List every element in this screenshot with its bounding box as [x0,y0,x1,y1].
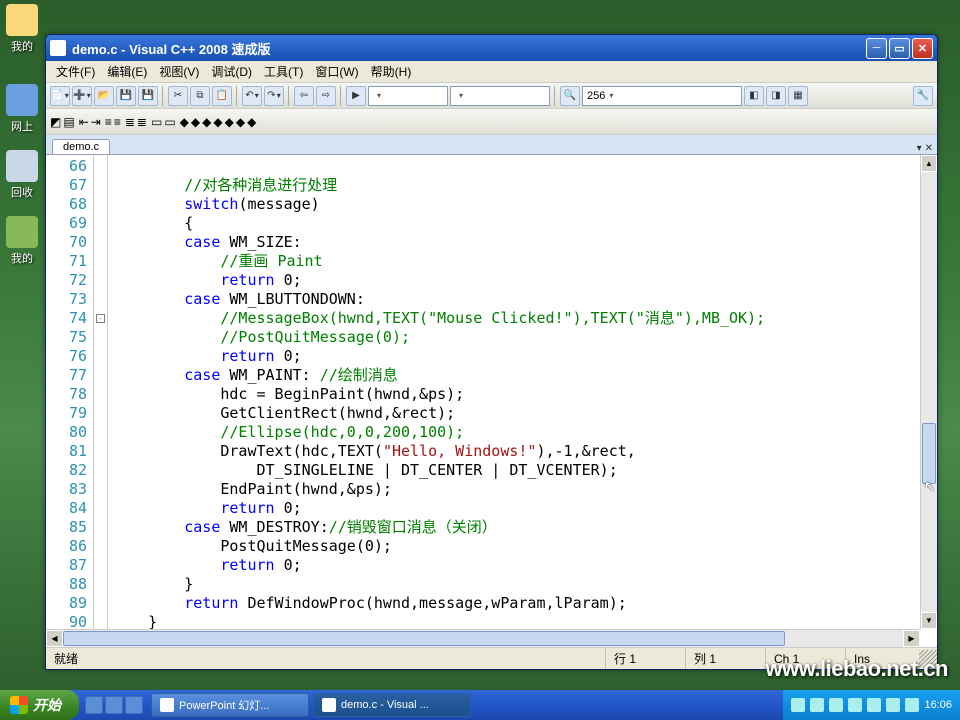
paste-button[interactable]: 📋 [212,86,232,106]
horizontal-scrollbar[interactable]: ◀ ▶ [46,629,920,647]
tab-dropdown-icon[interactable]: ▾ [917,143,922,154]
member-button[interactable]: ▤ [63,115,74,129]
clock: 16:06 [924,699,952,711]
code-area[interactable]: //对各种消息进行处理 switch(message) { case WM_SI… [108,155,937,647]
scroll-left-icon[interactable]: ◀ [46,630,63,647]
new-project-button[interactable]: 📄 [50,86,70,106]
add-item-button[interactable]: ➕ [72,86,92,106]
ql-desktop-icon[interactable] [105,696,123,714]
hscroll-thumb[interactable] [63,631,785,646]
step5-button[interactable]: ◆ [225,115,234,129]
ext1-button[interactable]: ◧ [744,86,764,106]
system-tray[interactable]: 16:06 [783,690,960,720]
bookmark-button[interactable]: ▭ [151,115,162,129]
tab-demo-c[interactable]: demo.c [52,139,110,154]
tray-icon[interactable] [829,698,843,712]
menu-file[interactable]: 文件(F) [50,61,101,82]
cut-button[interactable]: ✂ [168,86,188,106]
step7-button[interactable]: ◆ [247,115,256,129]
menu-debug[interactable]: 调试(D) [205,61,258,82]
ql-app-icon[interactable] [125,696,143,714]
find-combo[interactable]: 256 [582,86,742,106]
fold-toggle-icon[interactable]: - [96,314,105,323]
object-button[interactable]: ◩ [50,115,61,129]
tray-icon[interactable] [867,698,881,712]
desktop-label: 我的 [11,41,33,53]
fold-margin: - [94,155,108,647]
desktop-label: 网上 [11,121,33,133]
taskbar-demo[interactable]: demo.c - Visual ... [313,693,471,717]
app-window: demo.c - Visual C++ 2008 速成版 ─ ▭ ✕ 文件(F)… [45,34,938,670]
ql-ie-icon[interactable] [85,696,103,714]
menu-tools[interactable]: 工具(T) [258,61,309,82]
ext3-button[interactable]: ▦ [788,86,808,106]
watermark: www.liebao.net.cn [765,656,948,682]
minimize-button[interactable]: ─ [866,38,887,59]
toolbox-button[interactable]: 🔧 [913,86,933,106]
step2-button[interactable]: ◆ [191,115,200,129]
tray-icon[interactable] [848,698,862,712]
toolbar-main: 📄 ➕ 📂 💾 💾 ✂ ⧉ 📋 ↶ ↷ ⇦ ⇨ ▶ 🔍 256 ◧ ◨ ▦ 🔧 [46,83,937,109]
tray-icon[interactable] [810,698,824,712]
tab-close-icon[interactable]: ✕ [925,143,933,154]
copy-button[interactable]: ⧉ [190,86,210,106]
maximize-button[interactable]: ▭ [889,38,910,59]
status-ready: 就绪 [46,648,606,669]
menu-window[interactable]: 窗口(W) [309,61,364,82]
taskbar: 开始 PowerPoint 幻灯... demo.c - Visual ... … [0,690,960,720]
menubar: 文件(F) 编辑(E) 视图(V) 调试(D) 工具(T) 窗口(W) 帮助(H… [46,61,937,83]
undo-button[interactable]: ↶ [242,86,262,106]
indent-less-button[interactable]: ⇤ [79,115,89,129]
app-icon [50,40,66,56]
close-button[interactable]: ✕ [912,38,933,59]
menu-view[interactable]: 视图(V) [153,61,205,82]
desktop-label: 回收 [11,187,33,199]
window-title: demo.c - Visual C++ 2008 速成版 [72,39,864,58]
document-tabs: demo.c ▾ ✕ [46,135,937,155]
step4-button[interactable]: ◆ [213,115,222,129]
indent-button[interactable]: ≡ [114,115,121,129]
status-line: 行 1 [606,648,686,669]
tray-icon[interactable] [905,698,919,712]
windows-logo-icon [10,696,28,714]
tray-icon[interactable] [886,698,900,712]
desktop-label: 我的 [11,253,33,265]
editor: 66 67 68 69 70 71 72 73 74 75 76 77 78 7… [46,155,937,647]
outdent-button[interactable]: ≡ [105,115,112,129]
start-debug-button[interactable]: ▶ [346,86,366,106]
menu-help[interactable]: 帮助(H) [365,61,418,82]
line-gutter: 66 67 68 69 70 71 72 73 74 75 76 77 78 7… [46,155,94,647]
platform-combo[interactable] [450,86,550,106]
nav-fwd-button[interactable]: ⇨ [316,86,336,106]
vscroll-thumb[interactable] [922,423,936,485]
step6-button[interactable]: ◆ [236,115,245,129]
uncomment-button[interactable]: ≣ [137,115,147,129]
ext2-button[interactable]: ◨ [766,86,786,106]
vertical-scrollbar[interactable]: ▲ ▼ [920,155,937,629]
step3-button[interactable]: ◆ [202,115,211,129]
save-all-button[interactable]: 💾 [138,86,158,106]
scroll-down-icon[interactable]: ▼ [921,612,937,629]
redo-button[interactable]: ↷ [264,86,284,106]
tray-icon[interactable] [791,698,805,712]
scroll-up-icon[interactable]: ▲ [921,155,937,172]
find-button[interactable]: 🔍 [560,86,580,106]
titlebar[interactable]: demo.c - Visual C++ 2008 速成版 ─ ▭ ✕ [46,35,937,61]
status-col: 列 1 [686,648,766,669]
start-button[interactable]: 开始 [0,690,79,720]
config-combo[interactable] [368,86,448,106]
nav-back-button[interactable]: ⇦ [294,86,314,106]
indent-more-button[interactable]: ⇥ [91,115,101,129]
scroll-right-icon[interactable]: ▶ [903,630,920,647]
comment-button[interactable]: ≣ [125,115,135,129]
save-button[interactable]: 💾 [116,86,136,106]
step1-button[interactable]: ◆ [180,115,189,129]
bm-prev-button[interactable]: ▭ [164,115,175,129]
taskbar-powerpoint[interactable]: PowerPoint 幻灯... [151,693,309,717]
toolbar-text: ◩ ▤ ⇤ ⇥ ≡ ≡ ≣ ≣ ▭ ▭ ◆ ◆ ◆ ◆ ◆ ◆ ◆ [46,109,937,135]
open-button[interactable]: 📂 [94,86,114,106]
menu-edit[interactable]: 编辑(E) [101,61,153,82]
